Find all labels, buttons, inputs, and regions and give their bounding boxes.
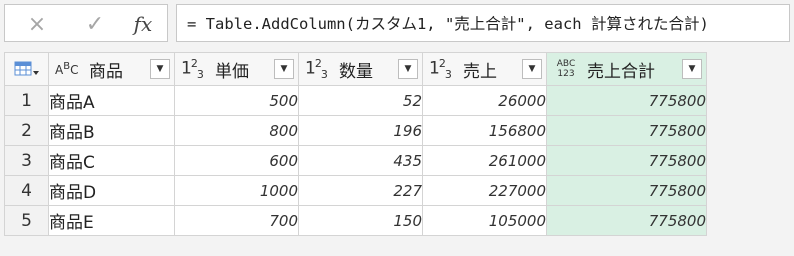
filter-dropdown-icon[interactable]: ▼	[522, 59, 542, 79]
column-header-unit-price[interactable]: 123 単価 ▼	[174, 52, 299, 86]
cell-unit-price[interactable]: 600	[174, 145, 299, 176]
cell-sales-total[interactable]: 775800	[546, 145, 707, 176]
cell-quantity[interactable]: 52	[298, 85, 423, 116]
column-label: 数量	[339, 61, 373, 82]
cell-sales-total[interactable]: 775800	[546, 85, 707, 116]
table-menu-button[interactable]	[4, 52, 49, 86]
cell-unit-price[interactable]: 500	[174, 85, 299, 116]
cell-quantity[interactable]: 227	[298, 175, 423, 206]
table-row[interactable]: 1 商品A 500 52 26000 775800	[4, 85, 707, 116]
row-number: 2	[4, 115, 49, 146]
cell-sales-total[interactable]: 775800	[546, 175, 707, 206]
table-row[interactable]: 5 商品E 700 150 105000 775800	[4, 205, 707, 236]
number-type-icon[interactable]: 123	[305, 58, 331, 80]
cell-unit-price[interactable]: 700	[174, 205, 299, 236]
column-label: 売上合計	[587, 61, 655, 82]
table-row[interactable]: 2 商品B 800 196 156800 775800	[4, 115, 707, 146]
number-type-icon[interactable]: 123	[181, 58, 207, 80]
column-label: 単価	[215, 61, 249, 82]
cell-unit-price[interactable]: 800	[174, 115, 299, 146]
any-type-icon[interactable]: ABC 123	[553, 59, 579, 79]
cell-product[interactable]: 商品B	[48, 115, 175, 146]
row-number: 4	[4, 175, 49, 206]
data-grid: ABC 商品 ▼ 123 単価 ▼ 123 数量 ▼ 123 売上 ▼ ABC …	[4, 52, 707, 236]
filter-dropdown-icon[interactable]: ▼	[682, 59, 702, 79]
column-header-product[interactable]: ABC 商品 ▼	[48, 52, 175, 86]
cell-quantity[interactable]: 435	[298, 145, 423, 176]
filter-dropdown-icon[interactable]: ▼	[274, 59, 294, 79]
cell-sales[interactable]: 227000	[422, 175, 547, 206]
cell-product[interactable]: 商品A	[48, 85, 175, 116]
column-label: 売上	[463, 61, 497, 82]
cell-quantity[interactable]: 150	[298, 205, 423, 236]
row-number: 5	[4, 205, 49, 236]
confirm-icon[interactable]: ✓	[73, 5, 117, 43]
cell-quantity[interactable]: 196	[298, 115, 423, 146]
cancel-icon[interactable]: ×	[15, 5, 59, 43]
table-row[interactable]: 3 商品C 600 435 261000 775800	[4, 145, 707, 176]
cell-sales-total[interactable]: 775800	[546, 115, 707, 146]
cell-product[interactable]: 商品E	[48, 205, 175, 236]
column-header-quantity[interactable]: 123 数量 ▼	[298, 52, 423, 86]
cell-sales[interactable]: 26000	[422, 85, 547, 116]
formula-buttons: × ✓ fx	[4, 4, 168, 42]
cell-sales[interactable]: 261000	[422, 145, 547, 176]
cell-sales[interactable]: 156800	[422, 115, 547, 146]
fx-icon[interactable]: fx	[121, 5, 165, 43]
formula-input[interactable]: = Table.AddColumn(カスタム1, "売上合計", each 計算…	[176, 4, 790, 42]
table-row[interactable]: 4 商品D 1000 227 227000 775800	[4, 175, 707, 206]
table-icon	[14, 61, 39, 76]
filter-dropdown-icon[interactable]: ▼	[398, 59, 418, 79]
cell-unit-price[interactable]: 1000	[174, 175, 299, 206]
column-header-sales[interactable]: 123 売上 ▼	[422, 52, 547, 86]
formula-bar: × ✓ fx = Table.AddColumn(カスタム1, "売上合計", …	[0, 0, 794, 47]
column-header-sales-total[interactable]: ABC 123 売上合計 ▼	[546, 52, 707, 86]
row-number: 3	[4, 145, 49, 176]
filter-dropdown-icon[interactable]: ▼	[150, 59, 170, 79]
text-type-icon[interactable]: ABC	[55, 62, 81, 77]
number-type-icon[interactable]: 123	[429, 58, 455, 80]
cell-sales-total[interactable]: 775800	[546, 205, 707, 236]
row-number: 1	[4, 85, 49, 116]
cell-product[interactable]: 商品C	[48, 145, 175, 176]
cell-product[interactable]: 商品D	[48, 175, 175, 206]
cell-sales[interactable]: 105000	[422, 205, 547, 236]
column-label: 商品	[89, 61, 123, 82]
